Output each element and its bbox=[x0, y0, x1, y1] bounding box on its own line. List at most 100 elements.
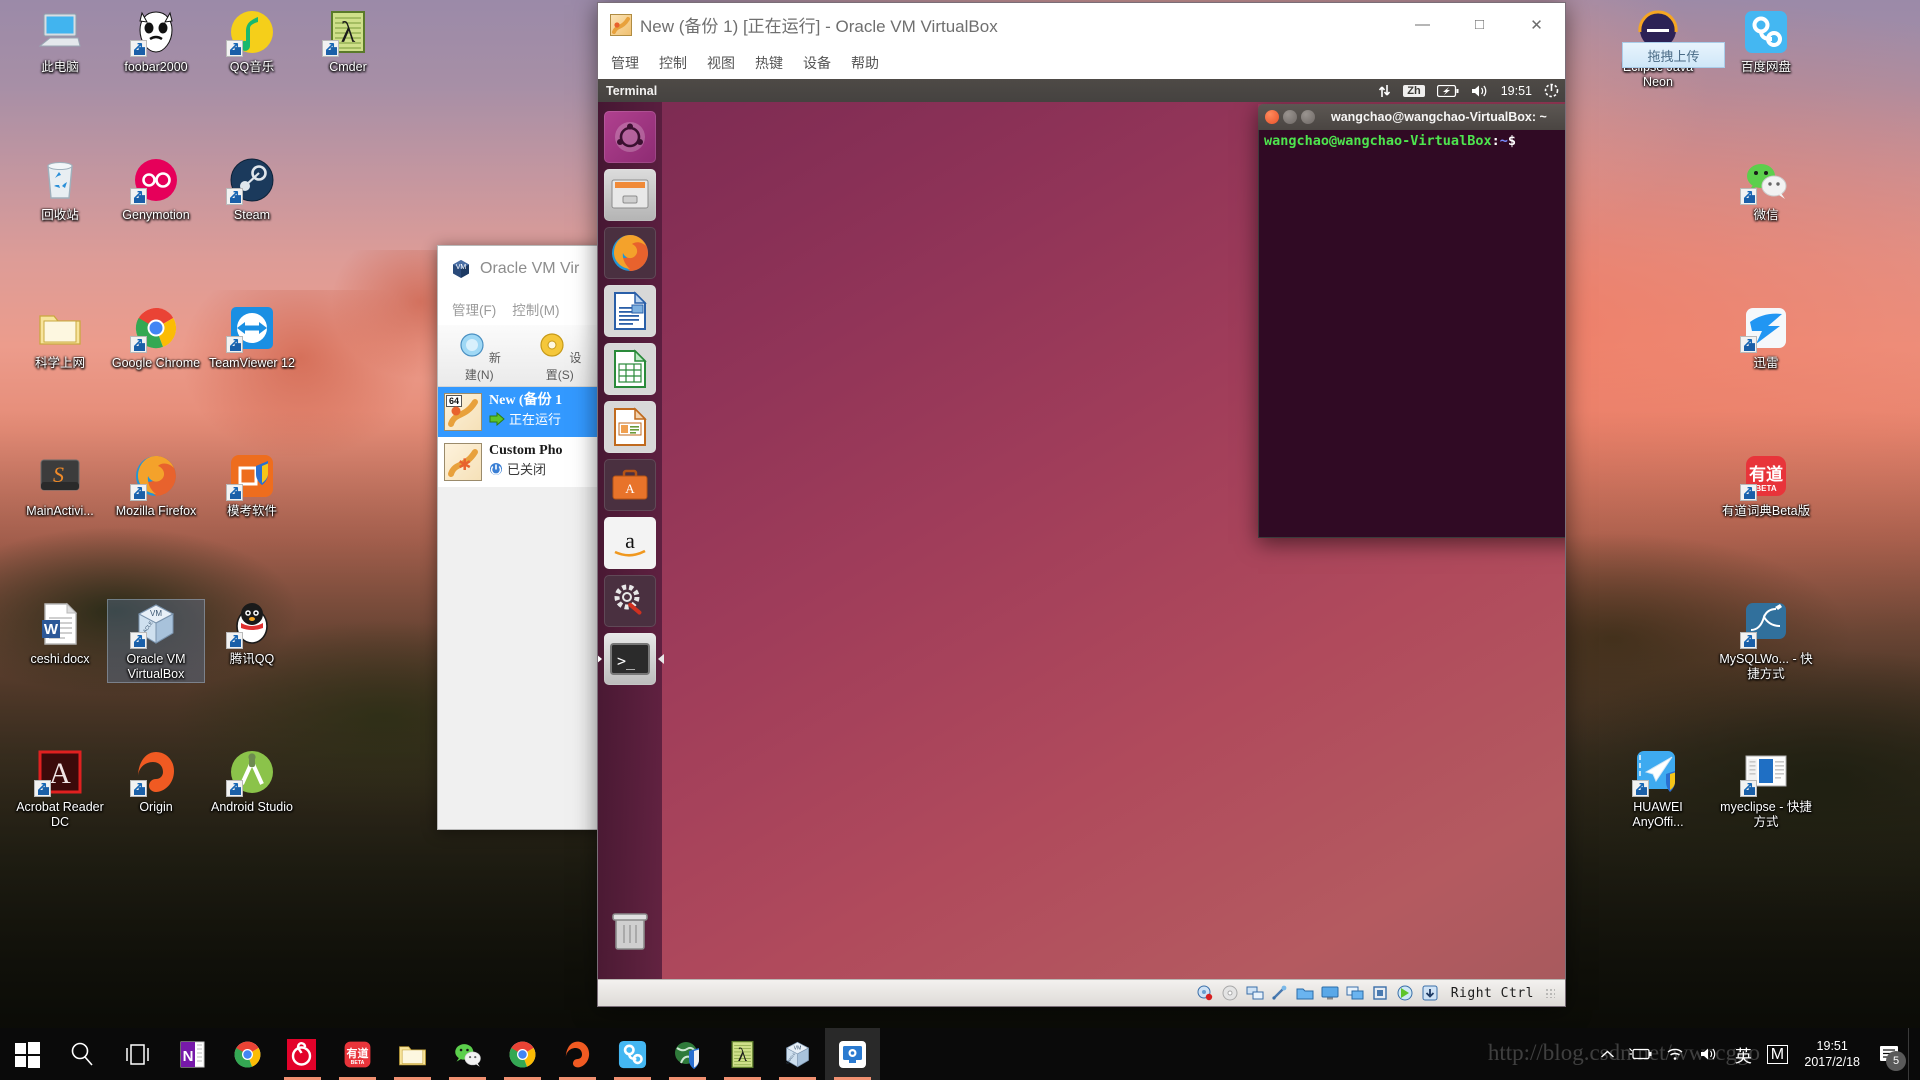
trash-icon[interactable] bbox=[604, 905, 656, 957]
taskbar-origin[interactable] bbox=[550, 1028, 605, 1080]
start-button[interactable] bbox=[0, 1028, 55, 1080]
search-button[interactable] bbox=[55, 1028, 110, 1080]
ubuntu-top-panel[interactable]: Terminal Zh 19:51 bbox=[598, 79, 1565, 102]
desktop-icon-acrobat[interactable]: A Acrobat Reader DC bbox=[12, 748, 108, 830]
desktop-icon-qq-music[interactable]: QQ音乐 bbox=[204, 8, 300, 75]
taskbar-clock[interactable]: 19:51 2017/2/18 bbox=[1794, 1028, 1870, 1080]
desktop-icon-origin[interactable]: Origin bbox=[108, 748, 204, 815]
desktop-icon-teamviewer[interactable]: TeamViewer 12 bbox=[204, 304, 300, 371]
hard-disk-icon[interactable] bbox=[1196, 985, 1214, 1001]
taskbar-virtualbox[interactable]: VM ORACLE bbox=[770, 1028, 825, 1080]
close-button[interactable]: ✕ bbox=[1508, 3, 1565, 46]
desktop-icon-foobar2000[interactable]: foobar2000 bbox=[108, 8, 204, 75]
desktop-icon-sublime[interactable]: S MainActivi... bbox=[12, 452, 108, 519]
terminal-icon[interactable]: >_ bbox=[604, 633, 656, 685]
vbox-settings-button[interactable]: 设置(S) bbox=[535, 329, 586, 386]
vm-window[interactable]: New (备份 1) [正在运行] - Oracle VM VirtualBox… bbox=[597, 2, 1566, 1007]
taskbar-chrome[interactable] bbox=[220, 1028, 275, 1080]
vbox-menu-control[interactable]: 控制(M) bbox=[512, 299, 559, 319]
desktop-icon-exam-software[interactable]: 模考软件 bbox=[204, 452, 300, 519]
desktop-icon-thunder[interactable]: 迅雷 bbox=[1718, 304, 1814, 371]
amazon-icon[interactable]: a bbox=[604, 517, 656, 569]
volume-icon[interactable] bbox=[1471, 84, 1489, 98]
desktop-icon-chrome[interactable]: Google Chrome bbox=[108, 304, 204, 371]
task-view-button[interactable] bbox=[110, 1028, 165, 1080]
ubuntu-software-icon[interactable]: A bbox=[604, 459, 656, 511]
ubuntu-terminal-window[interactable]: wangchao@wangchao-VirtualBox: ~ wangchao… bbox=[1258, 104, 1565, 538]
desktop-icon-mysql-workbench[interactable]: MySQLWo... - 快捷方式 bbox=[1718, 600, 1814, 682]
shared-folder-icon[interactable] bbox=[1296, 985, 1314, 1001]
vm-menubar[interactable]: 管理 控制 视图 热键 设备 帮助 bbox=[598, 46, 1565, 79]
desktop-icon-baidu-netdisk[interactable]: 百度网盘 bbox=[1718, 8, 1814, 75]
ime-mode-icon[interactable]: M bbox=[1760, 1028, 1794, 1080]
taskbar-netease-music[interactable] bbox=[275, 1028, 330, 1080]
capture-icon[interactable] bbox=[1421, 985, 1439, 1001]
files-icon[interactable] bbox=[604, 169, 656, 221]
desktop-icon-android-studio[interactable]: Android Studio bbox=[204, 748, 300, 815]
resize-grip[interactable] bbox=[1545, 988, 1555, 998]
vbox-new-vm-button[interactable]: 新建(N) bbox=[454, 329, 505, 386]
firefox-icon[interactable] bbox=[604, 227, 656, 279]
taskbar-baidu-netdisk[interactable] bbox=[605, 1028, 660, 1080]
vbox-vm-row[interactable]: ✱ Custom Pho 已关闭 bbox=[438, 437, 601, 487]
cpu-icon[interactable] bbox=[1371, 985, 1389, 1001]
ime-indicator[interactable]: 英 bbox=[1726, 1028, 1760, 1080]
terminal-titlebar[interactable]: wangchao@wangchao-VirtualBox: ~ bbox=[1258, 104, 1565, 130]
ubuntu-clock[interactable]: 19:51 bbox=[1501, 84, 1532, 98]
vm-guest-screen[interactable]: Terminal Zh 19:51 A a >_ wangchao@wangch… bbox=[598, 79, 1565, 979]
taskbar-security[interactable] bbox=[660, 1028, 715, 1080]
desktop-icon-wechat[interactable]: 微信 bbox=[1718, 156, 1814, 223]
battery-icon[interactable] bbox=[1436, 84, 1459, 97]
terminal-minimize-button[interactable] bbox=[1283, 110, 1297, 124]
network-icon[interactable] bbox=[1246, 985, 1264, 1001]
desktop-icon-word-doc[interactable]: Wceshi.docx bbox=[12, 600, 108, 667]
desktop-icon-youdao-dict[interactable]: 有道BETA 有道词典Beta版 bbox=[1718, 452, 1814, 519]
desktop-icon-folder[interactable]: 科学上网 bbox=[12, 304, 108, 371]
desktop-icon-myeclipse[interactable]: myeclipse - 快捷方式 bbox=[1718, 748, 1814, 830]
volume-icon[interactable] bbox=[1692, 1028, 1726, 1080]
wifi-icon[interactable] bbox=[1658, 1028, 1692, 1080]
vbox-menu-manage[interactable]: 管理(F) bbox=[452, 299, 496, 319]
desktop-icon-this-pc[interactable]: 此电脑 bbox=[12, 8, 108, 75]
ubuntu-dash-icon[interactable] bbox=[604, 111, 656, 163]
desktop-icon-huawei-anyoffice[interactable]: HUAWEI AnyOffi... bbox=[1610, 748, 1706, 830]
vm-menu-view[interactable]: 视图 bbox=[707, 53, 735, 73]
desktop-icon-recycle-bin[interactable]: 回收站 bbox=[12, 156, 108, 223]
taskbar-youdao[interactable]: 有道 BETA bbox=[330, 1028, 385, 1080]
taskbar-file-explorer[interactable] bbox=[385, 1028, 440, 1080]
desktop-icon-firefox[interactable]: Mozilla Firefox bbox=[108, 452, 204, 519]
vm-menu-hotkeys[interactable]: 热键 bbox=[755, 53, 783, 73]
desktop-icon-genymotion[interactable]: Genymotion bbox=[108, 156, 204, 223]
system-settings-icon[interactable] bbox=[604, 575, 656, 627]
maximize-button[interactable]: □ bbox=[1451, 3, 1508, 46]
terminal-maximize-button[interactable] bbox=[1301, 110, 1315, 124]
desktop-icon-cmder[interactable]: λ Cmder bbox=[300, 8, 396, 75]
display-icon[interactable] bbox=[1321, 985, 1339, 1001]
vm-menu-help[interactable]: 帮助 bbox=[851, 53, 879, 73]
desktop-icon-tencent-qq[interactable]: 腾讯QQ bbox=[204, 600, 300, 667]
battery-icon[interactable] bbox=[1624, 1028, 1658, 1080]
taskbar-chrome-2[interactable] bbox=[495, 1028, 550, 1080]
vbox-vm-row[interactable]: 64 New (备份 1 正在运行 bbox=[438, 387, 601, 437]
taskbar-cmder[interactable]: λ bbox=[715, 1028, 770, 1080]
libreoffice-writer-icon[interactable] bbox=[604, 285, 656, 337]
vm-menu-manage[interactable]: 管理 bbox=[611, 53, 639, 73]
guest-additions-icon[interactable] bbox=[1396, 985, 1414, 1001]
keyboard-layout-indicator[interactable]: Zh bbox=[1403, 84, 1425, 97]
vm-menu-devices[interactable]: 设备 bbox=[803, 53, 831, 73]
show-hidden-icons[interactable] bbox=[1590, 1028, 1624, 1080]
action-center-button[interactable]: 5 bbox=[1870, 1028, 1908, 1080]
show-desktop-button[interactable] bbox=[1908, 1028, 1916, 1080]
unity-launcher[interactable]: A a >_ bbox=[598, 102, 662, 979]
vbox-manager-titlebar[interactable]: VM Oracle VM Vir bbox=[438, 246, 601, 292]
libreoffice-impress-icon[interactable] bbox=[604, 401, 656, 453]
usb-icon[interactable] bbox=[1271, 985, 1289, 1001]
power-gear-icon[interactable] bbox=[1544, 83, 1559, 98]
remote-display-icon[interactable] bbox=[1346, 985, 1364, 1001]
taskbar-vm-window[interactable] bbox=[825, 1028, 880, 1080]
taskbar-wechat[interactable] bbox=[440, 1028, 495, 1080]
optical-disk-icon[interactable] bbox=[1221, 985, 1239, 1001]
network-icon[interactable] bbox=[1378, 84, 1391, 98]
terminal-close-button[interactable] bbox=[1265, 110, 1279, 124]
vm-menu-control[interactable]: 控制 bbox=[659, 53, 687, 73]
